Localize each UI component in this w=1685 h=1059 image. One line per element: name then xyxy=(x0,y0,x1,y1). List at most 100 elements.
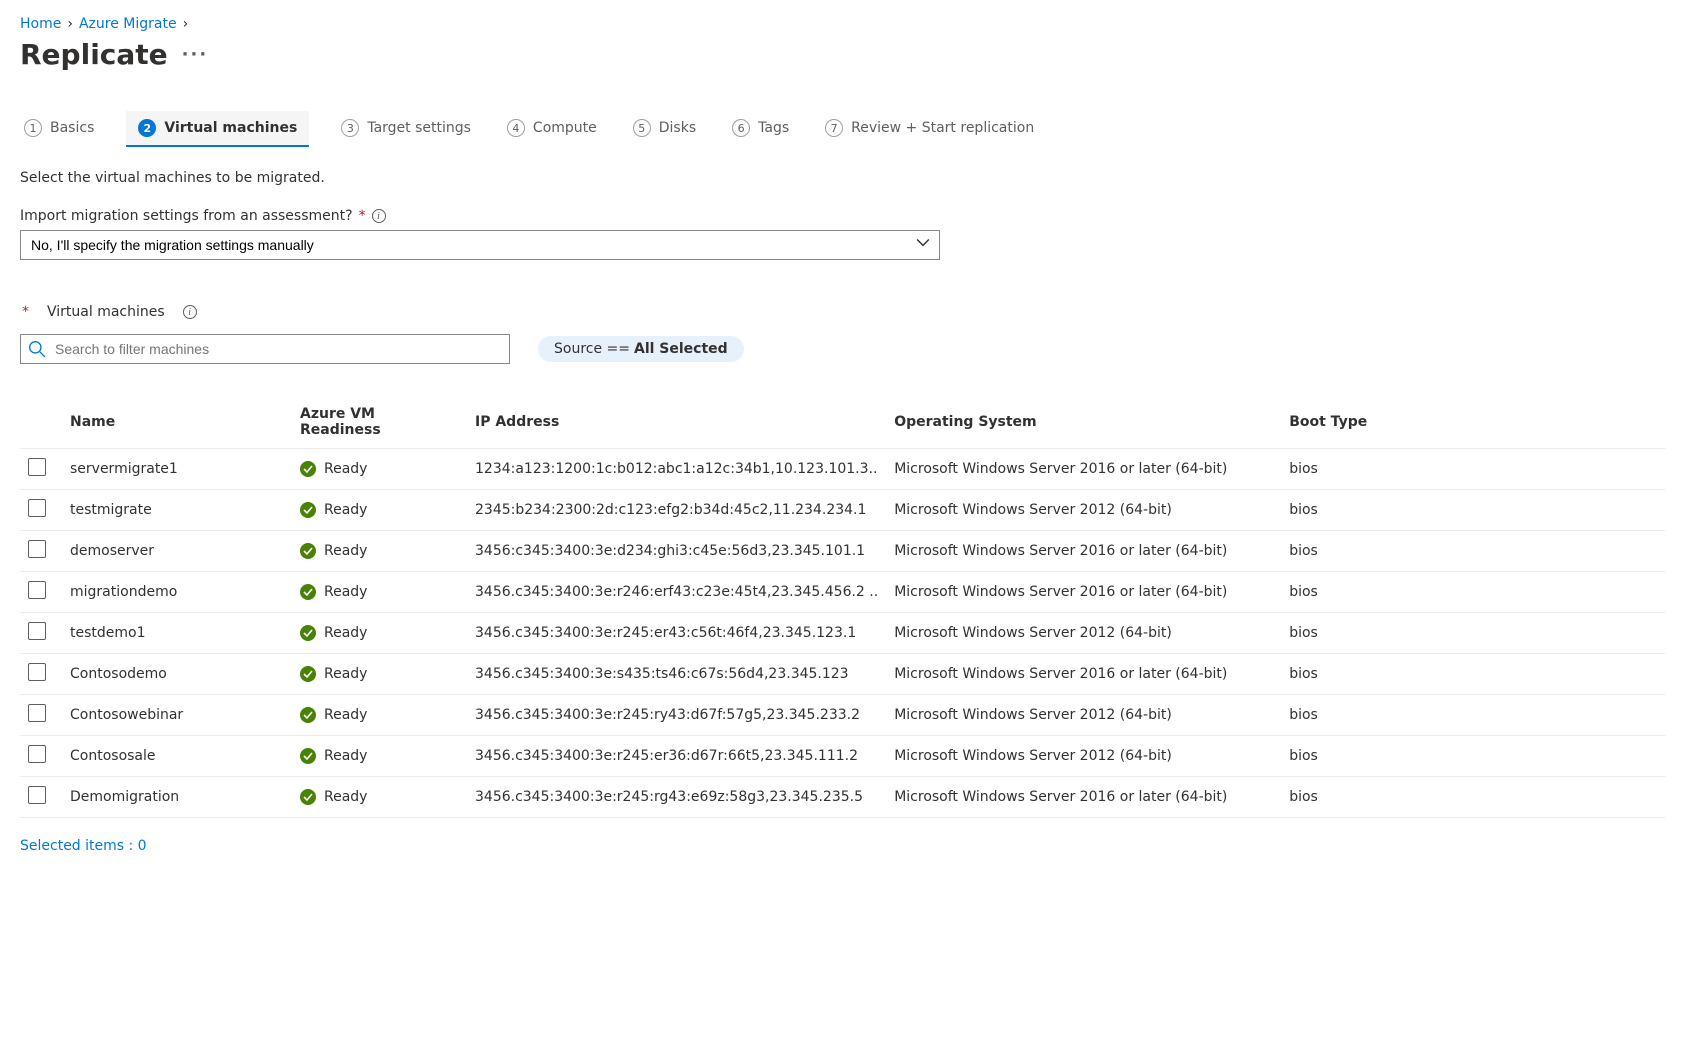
readiness-text: Ready xyxy=(324,707,367,723)
cell-os: Microsoft Windows Server 2016 or later (… xyxy=(886,572,1281,613)
cell-os: Microsoft Windows Server 2016 or later (… xyxy=(886,654,1281,695)
check-circle-icon xyxy=(300,584,316,600)
readiness-text: Ready xyxy=(324,666,367,682)
section-help-text: Select the virtual machines to be migrat… xyxy=(20,170,1665,186)
row-checkbox[interactable] xyxy=(28,458,46,476)
cell-readiness: Ready xyxy=(292,531,467,572)
chevron-right-icon: › xyxy=(67,16,73,32)
import-settings-label: Import migration settings from an assess… xyxy=(20,208,1665,224)
cell-readiness: Ready xyxy=(292,613,467,654)
table-row[interactable]: testdemo1 Ready 3456.c345:3400:3e:r245:er4… xyxy=(20,613,1665,654)
cell-boot: bios xyxy=(1281,654,1665,695)
cell-ip: 3456.c345:3400:3e:r245:ry43:d67f:57g5,23… xyxy=(467,695,886,736)
tab-review-start[interactable]: 7 Review + Start replication xyxy=(821,111,1038,147)
table-row[interactable]: migrationdemoReady3456.c345:3400:3e:r246… xyxy=(20,572,1665,613)
cell-name: Contososale xyxy=(62,736,292,777)
cell-readiness: Ready xyxy=(292,572,467,613)
row-checkbox[interactable] xyxy=(28,786,46,804)
readiness-text: Ready xyxy=(324,543,367,559)
cell-os: Microsoft Windows Server 2016 or later (… xyxy=(886,777,1281,818)
row-checkbox[interactable] xyxy=(28,499,46,517)
step-number-icon: 4 xyxy=(507,119,525,137)
tab-basics[interactable]: 1 Basics xyxy=(20,111,98,147)
cell-boot: bios xyxy=(1281,531,1665,572)
cell-readiness: Ready xyxy=(292,736,467,777)
column-header-ip[interactable]: IP Address xyxy=(467,396,886,449)
table-row[interactable]: Demomigration Ready 3456.c345:3400:3e:r245… xyxy=(20,777,1665,818)
cell-name: Contosodemo xyxy=(62,654,292,695)
cell-name: Demomigration xyxy=(62,777,292,818)
cell-readiness: Ready xyxy=(292,490,467,531)
cell-name: testmigrate xyxy=(62,490,292,531)
column-header-readiness[interactable]: Azure VM Readiness xyxy=(292,396,467,449)
readiness-text: Ready xyxy=(324,748,367,764)
column-header-name[interactable]: Name xyxy=(62,396,292,449)
readiness-text: Ready xyxy=(324,625,367,641)
table-row[interactable]: testmigrateReady2345:b234:2300:2d:c123:e… xyxy=(20,490,1665,531)
page-title-text: Replicate xyxy=(20,38,168,71)
required-indicator-icon: * xyxy=(359,208,366,224)
check-circle-icon xyxy=(300,625,316,641)
cell-boot: bios xyxy=(1281,449,1665,490)
tab-target-settings[interactable]: 3 Target settings xyxy=(337,111,475,147)
table-row[interactable]: demoserverReady3456:c345:3400:3e:d234:gh… xyxy=(20,531,1665,572)
filter-pill-source[interactable]: Source == All Selected xyxy=(538,336,744,362)
import-settings-select[interactable]: No, I'll specify the migration settings … xyxy=(20,230,940,260)
cell-readiness: Ready xyxy=(292,695,467,736)
breadcrumb-home[interactable]: Home xyxy=(20,16,61,32)
tab-label: Virtual machines xyxy=(164,120,297,136)
selected-items-count: Selected items : 0 xyxy=(20,838,1665,854)
readiness-text: Ready xyxy=(324,502,367,518)
cell-name: servermigrate1 xyxy=(62,449,292,490)
table-row[interactable]: ContososaleReady3456.c345:3400:3e:r245:e… xyxy=(20,736,1665,777)
row-checkbox[interactable] xyxy=(28,622,46,640)
row-checkbox[interactable] xyxy=(28,663,46,681)
cell-ip: 3456.c345:3400:3e:r245:rg43:e69z:58g3,23… xyxy=(467,777,886,818)
search-input[interactable] xyxy=(20,334,510,364)
check-circle-icon xyxy=(300,461,316,477)
check-circle-icon xyxy=(300,666,316,682)
check-circle-icon xyxy=(300,543,316,559)
info-icon[interactable]: i xyxy=(183,305,197,319)
cell-ip: 1234:a123:1200:1c:b012:abc1:a12c:34b1,10… xyxy=(467,449,886,490)
cell-os: Microsoft Windows Server 2012 (64-bit) xyxy=(886,695,1281,736)
cell-boot: bios xyxy=(1281,695,1665,736)
tab-compute[interactable]: 4 Compute xyxy=(503,111,601,147)
step-number-icon: 6 xyxy=(732,119,750,137)
cell-name: Contosowebinar xyxy=(62,695,292,736)
filter-value: All Selected xyxy=(634,341,728,357)
column-header-os[interactable]: Operating System xyxy=(886,396,1281,449)
cell-readiness: Ready xyxy=(292,449,467,490)
cell-ip: 3456.c345:3400:3e:r245:er43:c56t:46f4,23… xyxy=(467,613,886,654)
row-checkbox[interactable] xyxy=(28,581,46,599)
row-checkbox[interactable] xyxy=(28,704,46,722)
tab-label: Review + Start replication xyxy=(851,120,1034,136)
tab-tags[interactable]: 6 Tags xyxy=(728,111,793,147)
breadcrumb-azure-migrate[interactable]: Azure Migrate xyxy=(79,16,177,32)
readiness-text: Ready xyxy=(324,461,367,477)
tab-disks[interactable]: 5 Disks xyxy=(629,111,700,147)
import-settings-selected-value[interactable]: No, I'll specify the migration settings … xyxy=(20,230,940,260)
cell-os: Microsoft Windows Server 2016 or later (… xyxy=(886,531,1281,572)
cell-os: Microsoft Windows Server 2012 (64-bit) xyxy=(886,736,1281,777)
row-checkbox[interactable] xyxy=(28,540,46,558)
column-header-boot[interactable]: Boot Type xyxy=(1281,396,1665,449)
readiness-text: Ready xyxy=(324,789,367,805)
cell-name: testdemo1 xyxy=(62,613,292,654)
table-row[interactable]: Contosodemo Ready 3456.c345:3400:3e:s435:t… xyxy=(20,654,1665,695)
more-actions-button[interactable]: ··· xyxy=(182,44,209,65)
row-checkbox[interactable] xyxy=(28,745,46,763)
cell-readiness: Ready xyxy=(292,654,467,695)
cell-boot: bios xyxy=(1281,613,1665,654)
tab-label: Basics xyxy=(50,120,94,136)
readiness-text: Ready xyxy=(324,584,367,600)
table-row[interactable]: Contosowebinar Ready 3456.c345:3400:3e:r24… xyxy=(20,695,1665,736)
table-row[interactable]: servermigrate1 Ready 1234:a123:1200:1c:b01… xyxy=(20,449,1665,490)
step-number-icon: 1 xyxy=(24,119,42,137)
info-icon[interactable]: i xyxy=(372,209,386,223)
virtual-machines-label: * Virtual machines i xyxy=(20,304,1665,320)
tab-virtual-machines[interactable]: 2 Virtual machines xyxy=(126,111,309,147)
required-indicator-icon: * xyxy=(22,304,29,320)
cell-ip: 3456:c345:3400:3e:d234:ghi3:c45e:56d3,23… xyxy=(467,531,886,572)
cell-ip: 3456.c345:3400:3e:s435:ts46:c67s:56d4,23… xyxy=(467,654,886,695)
